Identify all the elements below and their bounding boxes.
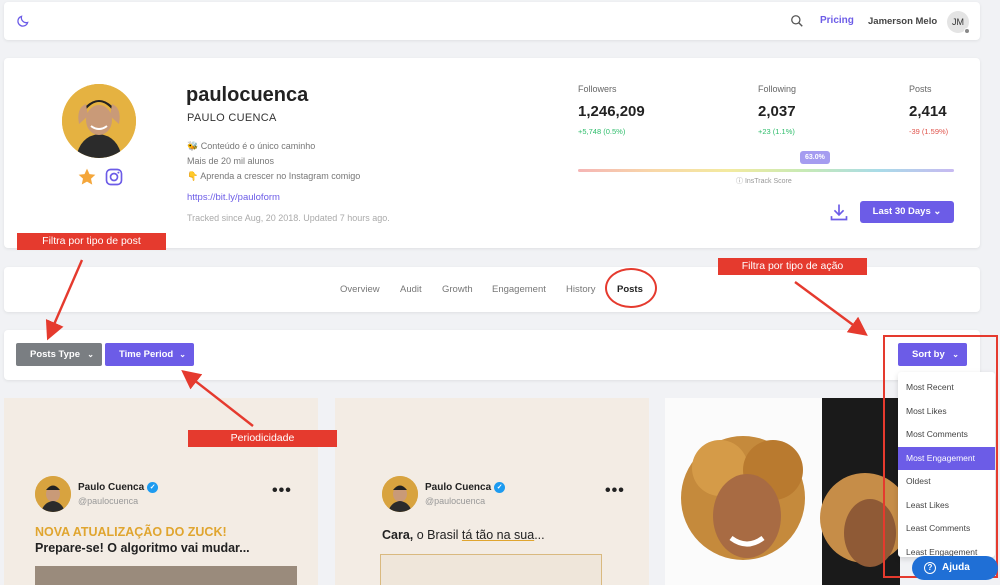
post-author-avatar xyxy=(382,476,418,512)
following-stat: Following 2,037 +23 (1.1%) xyxy=(758,84,796,136)
score-label: ⓘ InsTrack Score xyxy=(736,178,792,185)
tracked-info: Tracked since Aug, 20 2018. Updated 7 ho… xyxy=(187,213,390,223)
pricing-link[interactable]: Pricing xyxy=(820,15,854,26)
search-icon[interactable] xyxy=(790,14,804,28)
help-label: Ajuda xyxy=(942,562,970,573)
dark-mode-moon-icon[interactable] xyxy=(16,14,30,28)
tab-overview[interactable]: Overview xyxy=(340,284,380,295)
score-label-text: InsTrack Score xyxy=(744,178,792,185)
post-image xyxy=(35,566,297,585)
user-avatar[interactable]: JM xyxy=(947,11,970,34)
annotation-action-type: Filtra por tipo de ação xyxy=(718,258,867,275)
bio-line: 🐝 Conteúdo é o único caminho xyxy=(187,141,316,151)
followers-stat: Followers 1,246,209 +5,748 (0.5%) xyxy=(578,84,645,136)
post-text: Cara, o Brasil tá tão na sua... xyxy=(382,528,545,542)
post-author-name-text: Paulo Cuenca xyxy=(425,482,492,494)
tab-engagement[interactable]: Engagement xyxy=(492,284,546,295)
tab-growth[interactable]: Growth xyxy=(442,284,473,295)
instagram-icon[interactable] xyxy=(104,167,124,187)
posts-type-label: Posts Type xyxy=(30,349,80,360)
posts-tab-highlight-circle xyxy=(605,268,657,308)
chevron-down-icon: ⌄ xyxy=(87,350,94,359)
stat-value: 2,414 xyxy=(909,103,947,120)
chevron-down-icon: ⌄ xyxy=(179,350,186,359)
tab-audit[interactable]: Audit xyxy=(400,284,422,295)
post-author-name-text: Paulo Cuenca xyxy=(78,482,145,494)
post-card[interactable]: Paulo Cuenca ✓ @paulocuenca ••• NOVA ATUA… xyxy=(4,398,318,585)
period-select-button[interactable]: Last 30 Days ⌄ xyxy=(860,201,954,223)
post-text-end: ... xyxy=(534,528,545,542)
verified-badge-icon: ✓ xyxy=(494,482,506,493)
stat-change: -39 (1.59%) xyxy=(909,127,949,136)
profile-full-name: PAULO CUENCA xyxy=(187,112,277,124)
stat-value: 1,246,209 xyxy=(578,103,645,120)
post-headline: NOVA ATUALIZAÇÃO DO ZUCK! xyxy=(35,525,227,539)
time-period-label: Time Period xyxy=(119,349,174,360)
verified-badge-icon: ✓ xyxy=(147,482,159,493)
question-icon: ? xyxy=(924,562,936,574)
score-badge: 63.0% xyxy=(800,151,830,164)
post-author-avatar xyxy=(35,476,71,512)
download-icon[interactable] xyxy=(829,202,849,222)
annotation-post-type: Filtra por tipo de post xyxy=(17,233,166,250)
bio-line: 👇 Aprenda a crescer no Instagram comigo xyxy=(187,171,361,181)
sort-highlight-box xyxy=(883,335,998,578)
more-options-icon[interactable]: ••• xyxy=(272,482,292,500)
status-dot xyxy=(964,28,970,34)
post-card[interactable]: Paulo Cuenca ✓ @paulocuenca ••• Cara, o B… xyxy=(335,398,649,585)
stat-label: Posts xyxy=(909,84,932,94)
post-image xyxy=(380,554,602,585)
user-initials: JM xyxy=(952,17,964,27)
top-navbar: Pricing Jamerson Melo JM xyxy=(4,2,980,40)
post-card[interactable] xyxy=(665,398,900,585)
post-image xyxy=(665,398,900,585)
user-name[interactable]: Jamerson Melo xyxy=(868,16,937,27)
stat-label: Following xyxy=(758,84,797,94)
profile-avatar xyxy=(62,84,136,158)
stat-label: Followers xyxy=(578,84,617,94)
score-bar xyxy=(578,169,954,172)
post-author-name: Paulo Cuenca ✓ xyxy=(425,482,506,494)
post-text-underlined: tá tão na sua xyxy=(461,528,535,542)
posts-type-button[interactable]: Posts Type ⌄ xyxy=(16,343,102,366)
post-text-bold: Cara, xyxy=(382,528,414,542)
profile-link[interactable]: https://bit.ly/pauloform xyxy=(187,192,280,203)
post-author-handle: @paulocuenca xyxy=(78,496,139,506)
profile-username: paulocuenca xyxy=(186,84,309,106)
more-options-icon[interactable]: ••• xyxy=(605,482,625,500)
period-label: Last 30 Days xyxy=(872,206,931,217)
favorite-star-icon[interactable] xyxy=(77,167,97,187)
tab-history[interactable]: History xyxy=(566,284,596,295)
profile-bio: 🐝 Conteúdo é o único caminho Mais de 20 … xyxy=(187,139,360,184)
post-text-mid: o Brasil xyxy=(413,528,462,542)
time-period-button[interactable]: Time Period ⌄ xyxy=(105,343,194,366)
post-subheadline: Prepare-se! O algoritmo vai mudar... xyxy=(35,541,250,555)
bio-line: Mais de 20 mil alunos xyxy=(187,156,275,166)
filter-bar: Posts Type ⌄ Time Period ⌄ Sort by ⌄ xyxy=(4,330,980,380)
annotation-period: Periodicidade xyxy=(188,430,337,447)
help-button[interactable]: ? Ajuda xyxy=(912,556,998,580)
stat-change: +23 (1.1%) xyxy=(758,127,795,136)
post-author-handle: @paulocuenca xyxy=(425,496,486,506)
profile-card: paulocuenca PAULO CUENCA 🐝 Conteúdo é o … xyxy=(4,58,980,248)
stat-value: 2,037 xyxy=(758,103,796,120)
stat-change: +5,748 (0.5%) xyxy=(578,127,626,136)
post-author-name: Paulo Cuenca ✓ xyxy=(78,482,159,494)
posts-stat: Posts 2,414 -39 (1.59%) xyxy=(909,84,948,136)
